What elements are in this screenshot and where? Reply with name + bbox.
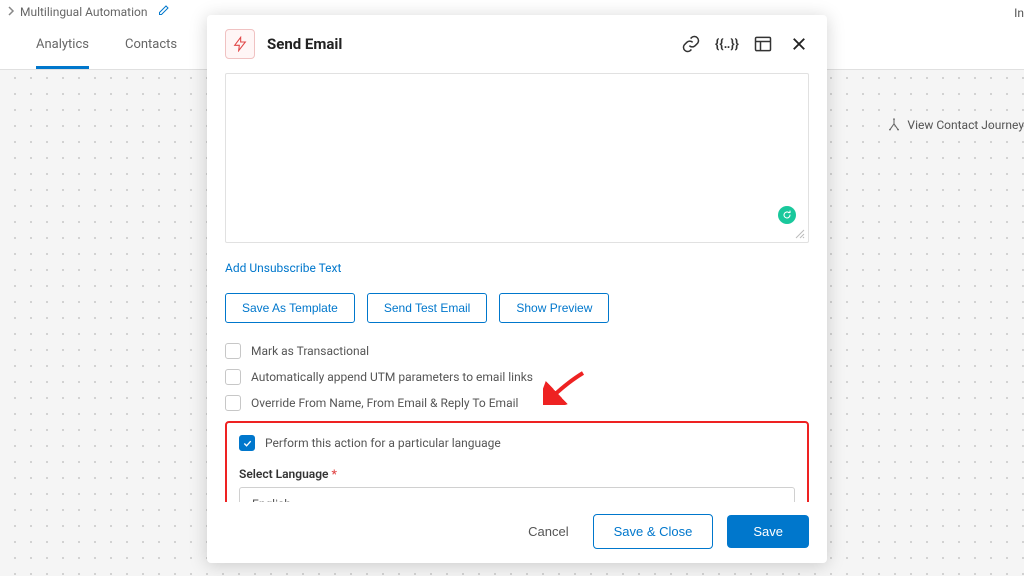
cancel-button[interactable]: Cancel (518, 516, 578, 547)
modal-body: Add Unsubscribe Text Save As Template Se… (207, 73, 827, 502)
save-as-template-button[interactable]: Save As Template (225, 293, 355, 323)
top-right-text: In (1014, 6, 1024, 20)
check-label: Automatically append UTM parameters to e… (251, 370, 533, 384)
tab-analytics[interactable]: Analytics (36, 37, 89, 69)
checkbox-icon[interactable] (225, 369, 241, 385)
journey-icon (887, 118, 901, 132)
check-transactional[interactable]: Mark as Transactional (225, 343, 809, 359)
save-button[interactable]: Save (727, 515, 809, 548)
checkbox-group: Mark as Transactional Automatically appe… (225, 343, 809, 502)
check-perform-language[interactable]: Perform this action for a particular lan… (239, 435, 795, 451)
modal-title: Send Email (267, 35, 669, 53)
send-test-email-button[interactable]: Send Test Email (367, 293, 488, 323)
grammarly-icon (778, 206, 796, 224)
show-preview-button[interactable]: Show Preview (499, 293, 609, 323)
bolt-icon (225, 29, 255, 59)
close-icon[interactable] (789, 34, 809, 54)
check-label: Perform this action for a particular lan… (265, 436, 501, 450)
check-override[interactable]: Override From Name, From Email & Reply T… (225, 395, 809, 411)
view-journey-label: View Contact Journey (907, 118, 1024, 132)
highlighted-section: Perform this action for a particular lan… (225, 421, 809, 502)
modal-footer: Cancel Save & Close Save (207, 502, 827, 563)
add-unsubscribe-text-link[interactable]: Add Unsubscribe Text (225, 261, 809, 275)
check-label: Override From Name, From Email & Reply T… (251, 396, 518, 410)
select-language-label: Select Language * (239, 467, 795, 481)
checkbox-icon[interactable] (239, 435, 255, 451)
modal-header: Send Email {{‥}} (207, 15, 827, 73)
pencil-icon[interactable] (158, 4, 170, 19)
action-button-row: Save As Template Send Test Email Show Pr… (225, 293, 809, 323)
breadcrumb-title: Multilingual Automation (20, 5, 148, 19)
tab-contacts[interactable]: Contacts (125, 37, 177, 69)
checkbox-icon[interactable] (225, 343, 241, 359)
chevron-right-icon (6, 5, 16, 19)
modal-header-actions: {{‥}} (681, 34, 809, 54)
check-utm[interactable]: Automatically append UTM parameters to e… (225, 369, 809, 385)
link-icon[interactable] (681, 34, 701, 54)
resize-handle-icon[interactable] (795, 229, 805, 239)
language-select[interactable]: English (239, 487, 795, 502)
send-email-modal: Send Email {{‥}} Add Unsubscribe Text Sa… (207, 15, 827, 563)
merge-tags-icon[interactable]: {{‥}} (717, 34, 737, 54)
email-body-textarea[interactable] (225, 73, 809, 243)
view-contact-journey[interactable]: View Contact Journey (887, 118, 1024, 132)
save-close-button[interactable]: Save & Close (593, 514, 714, 549)
check-label: Mark as Transactional (251, 344, 369, 358)
checkbox-icon[interactable] (225, 395, 241, 411)
template-icon[interactable] (753, 34, 773, 54)
